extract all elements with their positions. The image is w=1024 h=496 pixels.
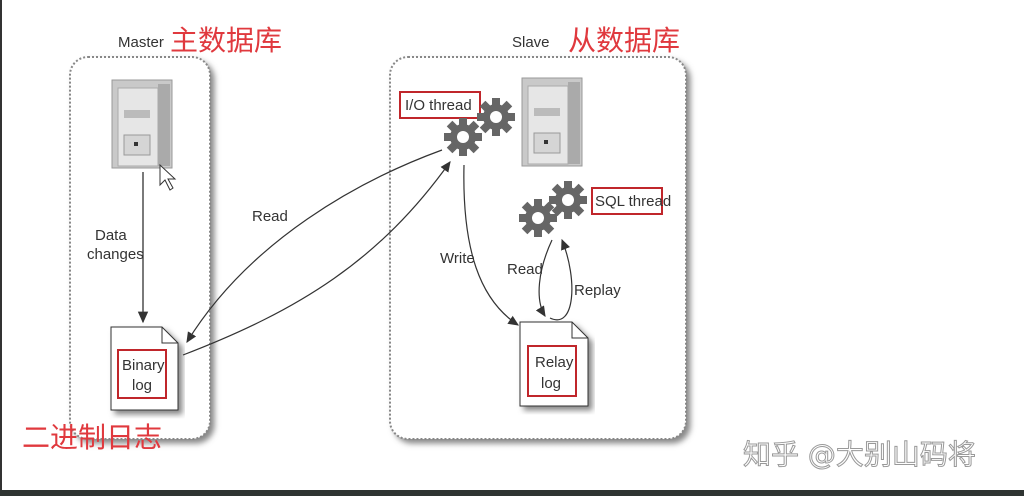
binary-log-label-2: log	[132, 377, 152, 394]
slave-section: Slave 从数据库 I/O thread SQL thread Relay l…	[389, 24, 687, 440]
replay-label: Replay	[574, 282, 621, 299]
slave-title: Slave	[512, 34, 550, 51]
relay-log-document: Relay log	[519, 321, 589, 407]
sql-thread-label: SQL thread	[595, 193, 671, 210]
watermark: 知乎 @大别山码将	[743, 438, 976, 471]
left-border	[0, 0, 2, 496]
write-label: Write	[440, 250, 475, 267]
binary-log-label: Binary	[122, 357, 165, 374]
io-gear-small-icon	[477, 98, 515, 136]
master-title-cn: 主数据库	[170, 24, 282, 57]
data-changes-label: Data	[95, 227, 127, 244]
read-label: Read	[252, 208, 288, 225]
binary-log-cn: 二进制日志	[22, 421, 162, 454]
relay-log-label-2: log	[541, 375, 561, 392]
master-server-icon	[111, 79, 173, 169]
sql-gear-small-icon	[549, 181, 587, 219]
slave-title-cn: 从数据库	[568, 24, 680, 57]
sql-gear-icon	[519, 199, 557, 237]
bottom-bar	[0, 490, 1024, 496]
replication-diagram: Master 主数据库 Data changes Binary log 二进制日…	[22, 24, 976, 472]
read-relay-label: Read	[507, 261, 543, 278]
binary-log-document: Binary log	[110, 326, 179, 411]
data-changes-label-2: changes	[87, 246, 144, 263]
master-section: Master 主数据库 Data changes Binary log 二进制日…	[22, 24, 282, 454]
io-thread-label: I/O thread	[405, 97, 472, 114]
master-title: Master	[118, 34, 164, 51]
relay-log-label: Relay	[535, 354, 574, 371]
slave-server-icon	[521, 77, 583, 167]
io-gear-icon	[444, 118, 482, 156]
